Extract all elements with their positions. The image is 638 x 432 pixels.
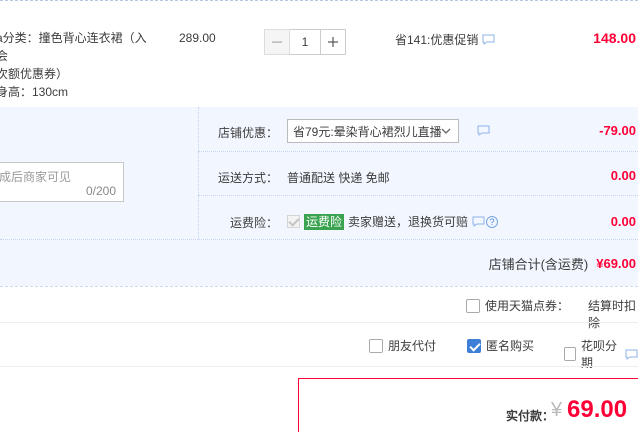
points-checkbox[interactable]	[466, 298, 480, 313]
payment-summary: 实付款： ¥ 69.00	[298, 378, 638, 432]
product-sku-info: a分类：撞色背心连衣裙（入会 次额优惠券） 身高：130cm	[0, 29, 156, 101]
shipping-amount: 0.00	[610, 168, 636, 183]
buyer-message-textarea[interactable]: 成后商家可见 0/200	[0, 162, 124, 202]
panel-divider	[198, 151, 638, 152]
shop-discount-selected: 省79元:晕染背心裙烈儿直播	[293, 124, 442, 139]
quantity-input[interactable]: 1	[290, 29, 320, 55]
friend-pay-option[interactable]: 朋友代付	[369, 337, 436, 354]
promotion-text: 省141:优惠促销	[395, 33, 479, 47]
decrease-quantity-button[interactable]	[264, 29, 290, 55]
message-placeholder: 成后商家可见	[0, 170, 72, 184]
sku-line-2: 次额优惠券）	[0, 67, 69, 81]
shop-total-label: 店铺合计(含运费)	[488, 257, 589, 272]
shop-total: 店铺合计(含运费) ¥69.00	[489, 254, 636, 273]
chat-bubble-icon[interactable]	[472, 216, 485, 227]
panel-divider	[198, 195, 638, 196]
huabei-checkbox[interactable]	[564, 347, 576, 361]
section-divider	[0, 286, 638, 287]
quantity-stepper: 1	[264, 29, 346, 55]
points-option[interactable]: 使用天猫点券：	[466, 297, 569, 314]
panel-divider-vertical	[198, 107, 199, 239]
minus-icon	[272, 41, 282, 43]
shop-discount-label: 店铺优惠：	[218, 126, 279, 140]
insurance-text: 卖家赠送，退换货可赔	[348, 215, 469, 229]
order-item-row: a分类：撞色背心连衣裙（入会 次额优惠券） 身高：130cm 289.00 1 …	[0, 1, 638, 105]
currency-symbol: ¥	[551, 399, 563, 421]
shop-total-value: ¥69.00	[596, 256, 636, 271]
message-char-counter: 0/200	[85, 184, 116, 198]
item-subtotal: 148.00	[593, 30, 636, 46]
shop-options-panel: 成后商家可见 0/200 店铺优惠： 省79元:晕染背心裙烈儿直播 -79.00…	[0, 107, 638, 286]
sku-line-3: 身高：130cm	[0, 85, 69, 99]
insurance-option: 运费险 卖家赠送，退换货可赔 ?	[287, 213, 499, 230]
insurance-checkbox	[287, 215, 300, 228]
help-icon[interactable]: ?	[486, 215, 499, 228]
increase-quantity-button[interactable]	[320, 29, 346, 55]
sku-line-1: a分类：撞色背心连衣裙（入会	[0, 31, 147, 63]
panel-divider	[0, 239, 638, 240]
points-note: 结算时扣除	[588, 297, 638, 331]
anonymous-label: 匿名购买	[486, 339, 535, 353]
insurance-label: 运费险：	[230, 216, 279, 230]
section-divider	[0, 366, 638, 367]
anonymous-option[interactable]: 匿名购买	[467, 337, 534, 354]
chevron-down-icon	[441, 128, 451, 134]
plus-icon	[328, 37, 338, 47]
shipping-label: 运送方式：	[218, 171, 279, 185]
chat-bubble-icon[interactable]	[625, 349, 638, 360]
unit-price: 289.00	[179, 31, 216, 45]
shipping-method: 普通配送 快递 免邮	[287, 171, 390, 185]
payment-amount: 69.00	[567, 396, 628, 423]
insurance-tag: 运费险	[304, 213, 345, 230]
chat-bubble-icon[interactable]	[482, 34, 495, 45]
section-divider	[0, 322, 638, 323]
anonymous-checkbox[interactable]	[467, 338, 481, 353]
chat-bubble-icon[interactable]	[477, 125, 490, 136]
friend-pay-checkbox[interactable]	[369, 338, 383, 353]
friend-pay-label: 朋友代付	[388, 339, 437, 353]
item-promotion: 省141:优惠促销	[395, 31, 495, 48]
points-note-text: 结算时扣除	[588, 299, 637, 330]
points-label: 使用天猫点券：	[485, 299, 570, 313]
insurance-amount: 0.00	[610, 214, 636, 229]
payment-label: 实付款：	[506, 409, 555, 423]
shop-discount-amount: -79.00	[599, 123, 636, 138]
shop-discount-select[interactable]: 省79元:晕染背心裙烈儿直播	[287, 119, 459, 143]
